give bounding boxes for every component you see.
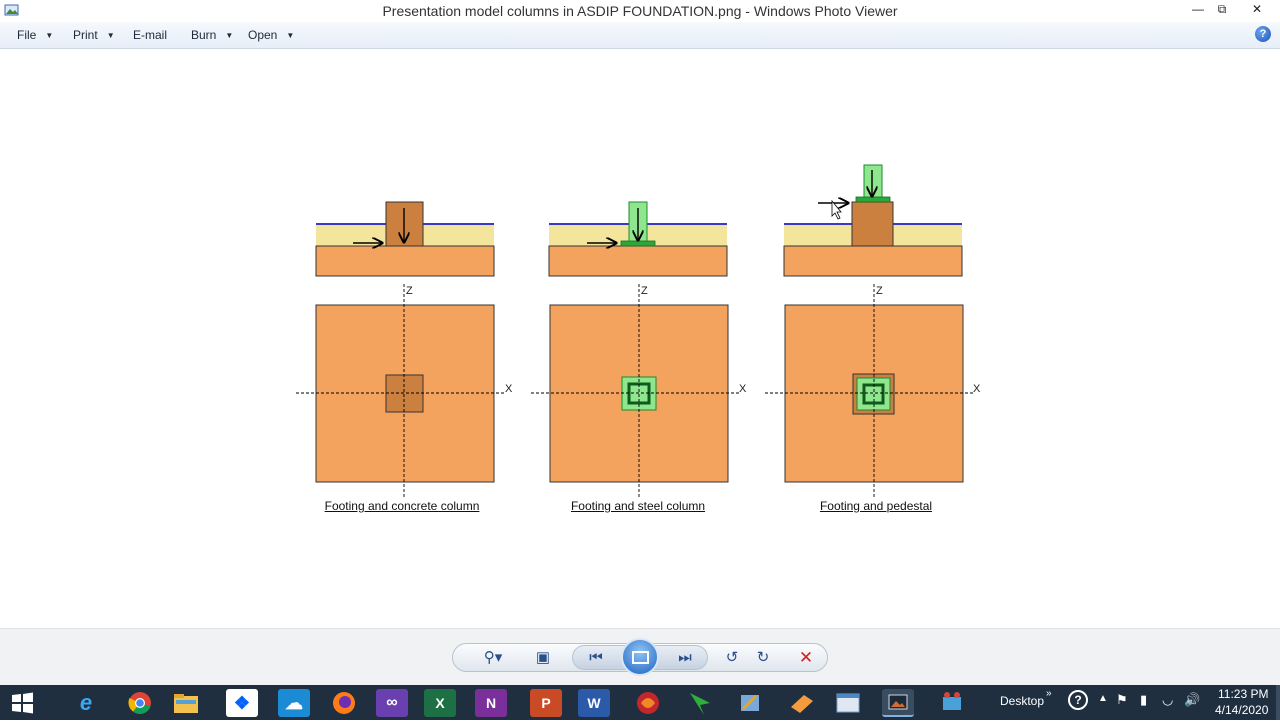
foundation-diagram: Z X Z X Z X	[296, 164, 981, 497]
chrome-icon[interactable]	[124, 689, 156, 717]
menu-email-label: E-mail	[133, 28, 168, 42]
flag-icon[interactable]: ⚑	[1116, 692, 1128, 708]
elevation-steel-column	[548, 201, 728, 277]
slideshow-button[interactable]	[621, 638, 659, 676]
plan-concrete-column	[296, 284, 504, 497]
actual-size-icon[interactable]: ▣	[532, 647, 554, 669]
menu-open-label: Open	[248, 28, 278, 42]
clock-time[interactable]: 11:23 PM	[1218, 687, 1268, 701]
rotate-counterclockwise-icon[interactable]: ↺	[721, 647, 743, 669]
app-green-icon[interactable]	[684, 689, 716, 717]
clock-date[interactable]: 4/14/2020	[1215, 703, 1268, 717]
app-red-icon[interactable]	[632, 689, 664, 717]
excel-icon[interactable]: X	[424, 689, 456, 717]
app-window-icon[interactable]	[832, 689, 864, 717]
toolbar-expand-icon[interactable]: »	[1046, 688, 1052, 699]
menu-file-label: File	[17, 28, 37, 42]
axis-x-label-1: X	[505, 383, 513, 395]
image-view: Z X Z X Z X Footing and concrete column …	[0, 50, 1280, 628]
previous-icon[interactable]: ⏮	[585, 647, 607, 669]
app-presentation-icon[interactable]	[936, 689, 968, 717]
windows-start-icon[interactable]	[6, 689, 38, 717]
volume-icon[interactable]: 🔊	[1184, 692, 1200, 708]
menu-print[interactable]: Print ▼	[73, 28, 115, 42]
elevation-concrete-column	[315, 201, 495, 277]
chevron-down-icon: ▼	[225, 31, 234, 40]
show-desktop-button[interactable]	[1276, 685, 1280, 720]
menu-burn-label: Burn	[191, 28, 217, 42]
desktop-toolbar-label[interactable]: Desktop	[1000, 694, 1044, 708]
visual-studio-icon[interactable]: ∞	[376, 689, 408, 717]
help-tray-icon[interactable]: ?	[1068, 690, 1088, 710]
photo-viewer-taskbar-icon[interactable]	[882, 689, 914, 717]
next-icon[interactable]: ⏭	[674, 647, 696, 669]
title-bar: Presentation model columns in ASDIP FOUN…	[0, 0, 1280, 22]
battery-icon[interactable]: ▮	[1140, 692, 1147, 708]
app-orange-icon[interactable]	[786, 689, 818, 717]
menu-email[interactable]: E-mail	[133, 28, 167, 42]
close-window-button[interactable]: ✕	[1242, 0, 1272, 20]
plan-pedestal	[765, 284, 975, 497]
firefox-icon[interactable]	[328, 689, 360, 717]
axis-x-label-3: X	[973, 383, 981, 395]
caption-pedestal: Footing and pedestal	[819, 499, 933, 513]
plan-steel-column	[531, 284, 739, 497]
rotate-clockwise-icon[interactable]: ↻	[752, 647, 774, 669]
menu-bar: File ▼ Print ▼ E-mail Burn ▼ Open ▼ ?	[0, 22, 1280, 49]
onenote-icon[interactable]: N	[475, 689, 507, 717]
window-title: Presentation model columns in ASDIP FOUN…	[382, 3, 898, 19]
help-icon[interactable]: ?	[1255, 26, 1271, 42]
restore-button[interactable]: ⧉	[1207, 0, 1237, 20]
show-hidden-icons-icon[interactable]: ▲	[1098, 693, 1108, 704]
internet-explorer-icon[interactable]: e	[70, 689, 102, 717]
elevation-pedestal	[783, 164, 963, 277]
zoom-icon[interactable]: ⚲▾	[478, 647, 508, 669]
chevron-down-icon: ▼	[286, 31, 295, 40]
menu-open[interactable]: Open ▼	[248, 28, 294, 42]
menu-print-label: Print	[73, 28, 98, 42]
viewer-controls: ⚲▾ ▣ ⏮ ⏭ ↺ ↻ ✕	[0, 628, 1280, 685]
network-icon[interactable]: ◡	[1162, 692, 1173, 708]
chevron-down-icon: ▼	[45, 31, 54, 40]
axis-z-label-1: Z	[406, 285, 413, 297]
caption-steel-column: Footing and steel column	[570, 499, 706, 513]
onedrive-icon[interactable]: ☁	[278, 689, 310, 717]
axis-x-label-2: X	[739, 383, 747, 395]
word-icon[interactable]: W	[578, 689, 610, 717]
chevron-down-icon: ▼	[106, 31, 115, 40]
menu-file[interactable]: File ▼	[17, 28, 53, 42]
menu-burn[interactable]: Burn ▼	[191, 28, 233, 42]
axis-z-label-3: Z	[876, 285, 883, 297]
slideshow-icon	[632, 651, 649, 664]
delete-icon[interactable]: ✕	[795, 647, 817, 669]
powerpoint-icon[interactable]: P	[530, 689, 562, 717]
app-tools-icon[interactable]	[734, 689, 766, 717]
taskbar: e ❖ ☁ ∞ X N P W Desktop » ? ▲ ⚑ ▮ ◡ 🔊 11…	[0, 685, 1280, 720]
caption-concrete-column: Footing and concrete column	[324, 499, 480, 513]
dropbox-icon[interactable]: ❖	[226, 689, 258, 717]
file-explorer-icon[interactable]	[170, 689, 202, 717]
axis-z-label-2: Z	[641, 285, 648, 297]
